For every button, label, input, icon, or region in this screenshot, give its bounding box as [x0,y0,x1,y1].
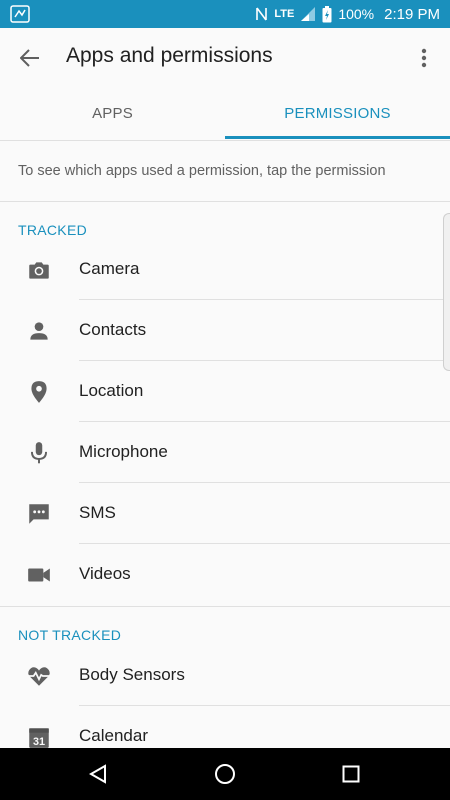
scrollbar-handle[interactable] [443,213,450,371]
permission-label: Calendar [79,726,148,745]
hint-text: To see which apps used a permission, tap… [18,163,386,179]
permission-label: Microphone [79,442,168,461]
tab-indicator [225,136,450,139]
permission-item-body-sensors[interactable]: Body Sensors [0,645,450,706]
triangle-back-icon [88,764,106,784]
permission-item-microphone[interactable]: Microphone [0,422,450,483]
permission-label: Camera [79,259,140,278]
arrow-back-icon [20,49,39,67]
nav-home-button[interactable] [211,760,239,788]
nav-recents-button[interactable] [337,760,365,788]
heart-pulse-icon [28,667,50,686]
navigation-bar [0,748,450,800]
square-recents-icon [342,765,360,783]
permission-label: Contacts [79,320,147,339]
section-divider [0,606,450,607]
location-pin-icon [31,381,47,403]
tab-bar: APPS PERMISSIONS [0,86,450,141]
permission-item-sms[interactable]: SMS [0,483,450,544]
battery-icon [322,5,332,22]
permission-label: Videos [79,564,131,583]
person-icon [30,322,48,340]
microphone-icon [30,442,48,464]
permission-label: Body Sensors [79,665,185,684]
status-bar: LTE 100% 2:19 PM [0,0,450,28]
permission-item-videos[interactable]: Videos [0,544,450,605]
divider [0,201,450,202]
back-button[interactable] [14,42,46,74]
tab-apps[interactable]: APPS [0,86,225,140]
permission-label: SMS [79,503,116,522]
more-vert-icon [421,48,427,68]
nav-back-button[interactable] [84,760,112,788]
camera-icon [29,262,49,279]
section-header-not-tracked: NOT TRACKED [18,627,122,643]
permission-item-contacts[interactable]: Contacts [0,300,450,361]
clock: 2:19 PM [384,5,440,23]
signal-icon [301,7,316,21]
battery-level: 100% [338,6,375,22]
circle-home-icon [215,764,235,784]
overflow-menu-button[interactable] [410,42,438,74]
sms-icon [29,504,49,524]
videocam-icon [28,568,50,582]
network-type: LTE [274,8,295,20]
nfc-icon [256,7,268,21]
calendar-icon: 31 [29,728,49,748]
notification-icon [10,5,30,23]
page-title: Apps and permissions [66,44,273,67]
app-bar: Apps and permissions [0,28,450,86]
section-header-tracked: TRACKED [18,222,87,238]
calendar-icon-day: 31 [33,736,45,748]
tab-permissions[interactable]: PERMISSIONS [225,86,450,140]
permission-item-location[interactable]: Location [0,361,450,422]
permission-item-camera[interactable]: Camera [0,239,450,300]
permission-label: Location [79,381,144,400]
